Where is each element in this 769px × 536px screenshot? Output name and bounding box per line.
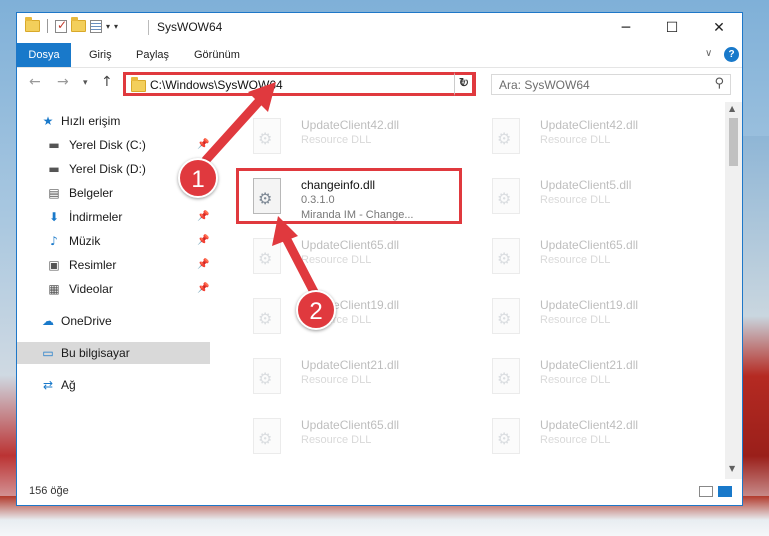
arrow-1 <box>201 93 267 165</box>
annotation-arrows <box>201 82 319 297</box>
step-1-badge: 1 <box>178 158 218 198</box>
arrow-2 <box>281 233 319 297</box>
step-2-badge: 2 <box>296 290 336 330</box>
